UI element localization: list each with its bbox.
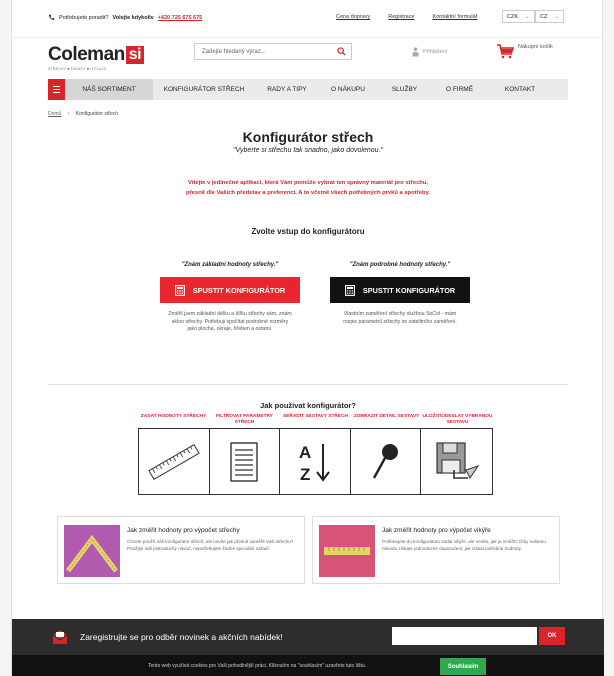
start-configurator-detailed-button[interactable]: SPUSTIT KONFIGURÁTOR bbox=[330, 277, 470, 303]
search-icon bbox=[336, 47, 346, 56]
search-button[interactable] bbox=[331, 44, 351, 59]
measure-roof-image bbox=[64, 525, 120, 577]
intro-line-1: Vítejte v jedinečné aplikaci, která Vám … bbox=[187, 180, 429, 186]
nav-item-contact[interactable]: KONTAKT bbox=[487, 79, 553, 100]
newsletter-bar: Zaregistrujte se pro odběr novinek a akč… bbox=[12, 619, 604, 655]
currency-value: CZK bbox=[507, 13, 518, 20]
newsletter-title: Zaregistrujte se pro odběr novinek a akč… bbox=[80, 632, 283, 642]
top-bar: Potřebujete poradit? Volejte kdykoliv +4… bbox=[12, 0, 604, 38]
nav-item-configurator[interactable]: KONFIGURÁTOR STŘECH bbox=[153, 79, 255, 100]
phone-icon bbox=[49, 14, 55, 20]
logo-text: Coleman bbox=[48, 44, 125, 65]
howto-title: Jak používat konfigurátor? bbox=[260, 401, 356, 410]
step-label-4: ZOBRAZIT DETAIL SESTAVY bbox=[353, 414, 420, 419]
calculator-icon bbox=[344, 284, 355, 296]
breadcrumb-home[interactable]: Domů bbox=[48, 111, 61, 117]
card-measure-roof[interactable]: Jak změřit hodnoty pro výpočet střechy C… bbox=[57, 516, 305, 584]
nav-item-services[interactable]: SLUŽBY bbox=[377, 79, 432, 100]
svg-text:A: A bbox=[299, 443, 311, 462]
language-value: CZ bbox=[540, 13, 548, 20]
language-select[interactable]: CZ ⌄ bbox=[535, 10, 564, 23]
newsletter-submit-button[interactable]: OK bbox=[539, 627, 565, 645]
cookie-text: Tento web využívá cookies pro Vaši pohod… bbox=[148, 663, 367, 669]
nav-item-company[interactable]: O FIRMĚ bbox=[432, 79, 487, 100]
step-box-3: A Z bbox=[280, 429, 351, 494]
login-link[interactable]: Přihlášení bbox=[412, 47, 447, 57]
nav-item-tips[interactable]: RADY A TIPY bbox=[255, 79, 319, 100]
top-links: Cena dopravy Registrace Kontaktní formul… bbox=[336, 14, 477, 20]
nav-item-sortiment[interactable]: NÁŠ SORTIMENT bbox=[65, 79, 153, 100]
login-label: Přihlášení bbox=[423, 49, 448, 55]
page-container: Potřebujete poradit? Volejte kdykoliv +4… bbox=[11, 0, 604, 676]
step-label-5: ULOŽIT/ODESLAT VYBRANOU SESTAVU bbox=[422, 414, 493, 425]
chevron-down-icon: ⌄ bbox=[525, 13, 530, 20]
cookie-bar: Tento web využívá cookies pro Vaši pohod… bbox=[12, 655, 604, 676]
card-text: Chcete použít náš konfigurátor střech, a… bbox=[127, 539, 294, 551]
currency-select[interactable]: CZK ⌄ bbox=[502, 10, 535, 23]
hamburger-icon[interactable] bbox=[48, 79, 65, 100]
logo-si-badge: si bbox=[125, 46, 145, 64]
link-shipping-price[interactable]: Cena dopravy bbox=[336, 14, 370, 20]
step-box-2 bbox=[210, 429, 281, 494]
option-detailed-question: "Znám podrobné hodnoty střechy." bbox=[349, 262, 451, 268]
sort-az-icon: A Z bbox=[299, 443, 330, 484]
step-box-1 bbox=[139, 429, 210, 494]
intro-text: Vítejte v jedinečné aplikaci, která Vám … bbox=[12, 178, 604, 198]
link-registration[interactable]: Registrace bbox=[388, 14, 414, 20]
ruler-icon bbox=[148, 443, 200, 480]
cart-label: Nákupní košík bbox=[518, 44, 553, 50]
step-box-4 bbox=[351, 429, 422, 494]
card-title: Jak změřit hodnoty pro výpočet vikýře bbox=[382, 527, 491, 534]
card-measure-dormer[interactable]: Jak změřit hodnoty pro výpočet vikýře Po… bbox=[312, 516, 560, 584]
save-send-icon bbox=[436, 441, 479, 479]
logo[interactable]: Coleman si STŘECHY ■ FASÁDY ■ IZOLACE bbox=[48, 44, 145, 71]
chevron-right-icon: › bbox=[67, 111, 70, 117]
phone-number-link[interactable]: +420 725 675 675 bbox=[158, 15, 203, 21]
nav-item-purchase[interactable]: O NÁKUPU bbox=[319, 79, 377, 100]
cart-icon bbox=[497, 44, 514, 59]
intro-line-2: přesně dle Vašich představ a preferencí.… bbox=[186, 190, 430, 196]
howto-steps: ZADAT HODNOTY STŘECHY FILTROVAT PARAMETR… bbox=[138, 414, 493, 495]
user-icon bbox=[412, 47, 419, 57]
measure-dormer-image bbox=[319, 525, 375, 577]
card-text: Potřebujete do konfigurátoru zadat vikýř… bbox=[382, 539, 546, 551]
section-divider bbox=[48, 384, 568, 385]
breadcrumb: Domů › Konfigurátor střech bbox=[48, 111, 118, 117]
phone-text: Potřebujete poradit? bbox=[59, 14, 109, 21]
newsletter-email-input[interactable] bbox=[392, 627, 537, 645]
phone-contact: Potřebujete poradit? Volejte kdykoliv +4… bbox=[48, 14, 202, 21]
cart-link[interactable]: Nákupní košík bbox=[497, 44, 553, 59]
search-box: Zadejte hledaný výraz... bbox=[194, 43, 352, 60]
chevron-down-icon: ⌄ bbox=[554, 13, 559, 20]
step-box-5 bbox=[421, 429, 492, 494]
start-configurator-detailed-label: SPUSTIT KONFIGURÁTOR bbox=[362, 285, 456, 295]
calculator-icon bbox=[174, 284, 185, 296]
page-subtitle: "Vyberte si střechu tak snadno, jako dov… bbox=[233, 147, 383, 154]
main-nav: NÁŠ SORTIMENT KONFIGURÁTOR STŘECH RADY A… bbox=[48, 79, 568, 100]
phone-bold-text: Volejte kdykoliv bbox=[112, 14, 154, 21]
link-contact-form[interactable]: Kontaktní formulář bbox=[433, 14, 478, 20]
card-title: Jak změřit hodnoty pro výpočet střechy bbox=[127, 527, 240, 534]
mail-icon bbox=[52, 630, 68, 644]
start-configurator-basic-button[interactable]: SPUSTIT KONFIGURÁTOR bbox=[160, 277, 300, 303]
choose-entry-title: Zvolte vstup do konfigurátoru bbox=[251, 227, 365, 236]
option-basic-description: Změřil jsem základní délku a šířku střec… bbox=[168, 311, 292, 333]
step-label-2: FILTROVAT PARAMETRY STŘECH bbox=[215, 414, 274, 425]
svg-text:Z: Z bbox=[300, 465, 310, 484]
breadcrumb-current: Konfigurátor střech bbox=[75, 111, 119, 117]
page-title: Konfigurátor střech bbox=[242, 129, 374, 145]
option-detailed: "Znám podrobné hodnoty střechy." SPUSTIT… bbox=[300, 262, 500, 326]
logo-tagline: STŘECHY ■ FASÁDY ■ IZOLACE bbox=[48, 67, 107, 71]
search-input[interactable]: Zadejte hledaný výraz... bbox=[195, 49, 331, 55]
option-detailed-description: Vlastním zaměření střechy službou SoCol … bbox=[343, 311, 457, 325]
step-label-1: ZADAT HODNOTY STŘECHY bbox=[140, 414, 207, 419]
start-configurator-basic-label: SPUSTIT KONFIGURÁTOR bbox=[192, 285, 286, 295]
cookie-accept-button[interactable]: Souhlasím bbox=[440, 658, 486, 675]
step-label-3: SEŘADIT SESTAVY STŘECH bbox=[282, 414, 349, 419]
magnifier-icon bbox=[372, 443, 398, 479]
document-list-icon bbox=[230, 441, 259, 482]
